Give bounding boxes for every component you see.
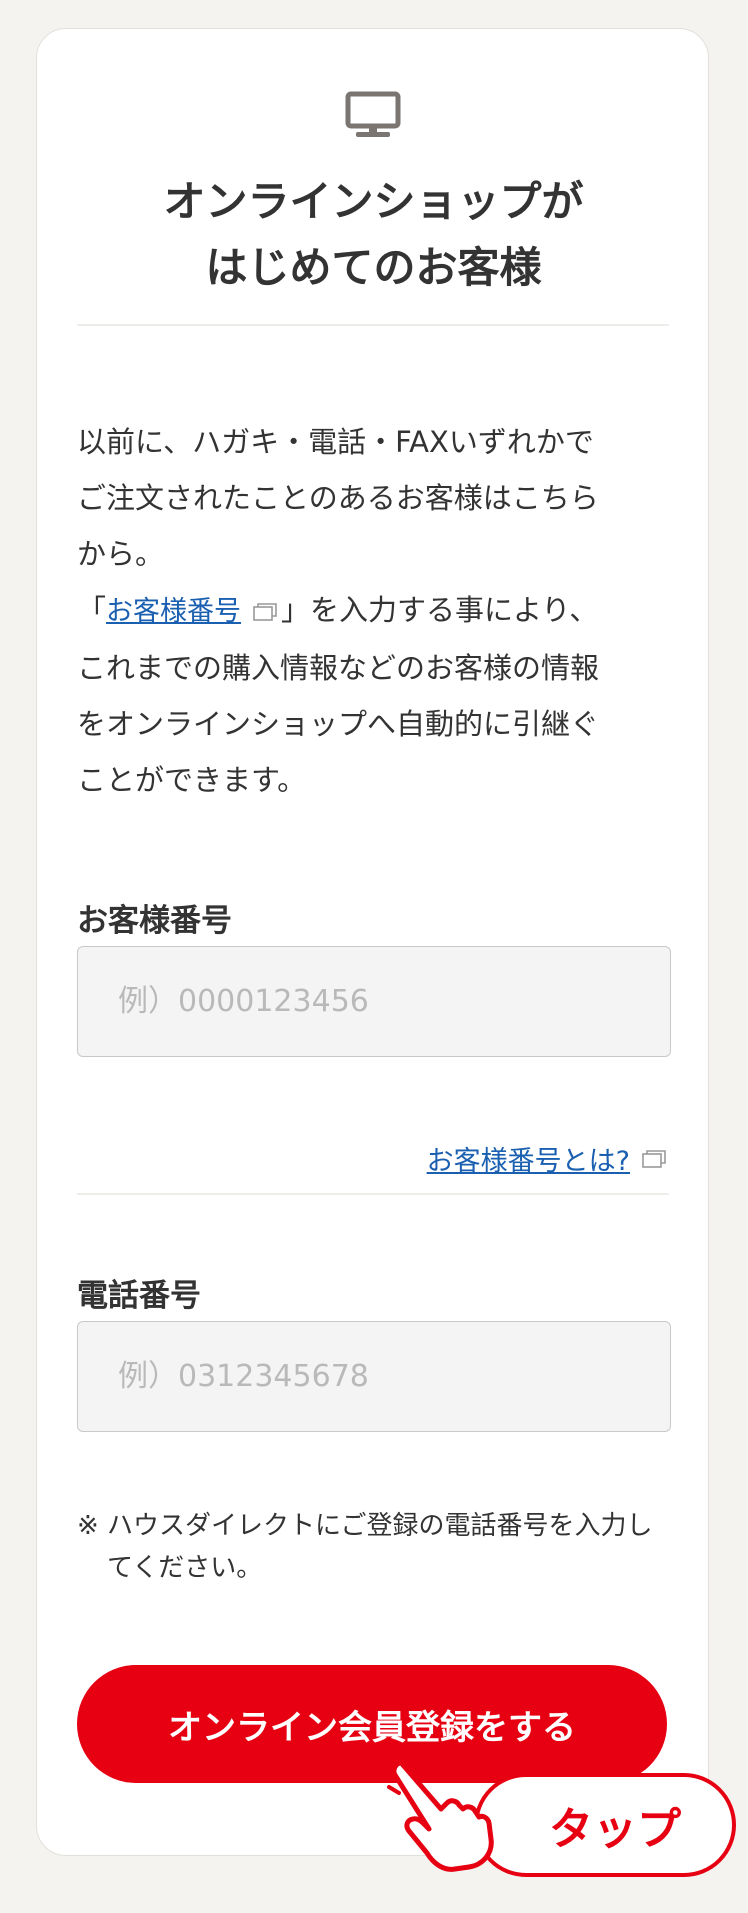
desc-line-3: から。 <box>77 537 165 571</box>
external-window-icon <box>253 603 277 621</box>
desc-line-6: をオンラインショップへ自動的に引継ぐ <box>77 707 600 741</box>
desc-line-7: ことができます。 <box>77 763 307 797</box>
customer-number-input[interactable] <box>77 946 671 1057</box>
desc-line-5: これまでの購入情報などのお客様の情報 <box>77 651 600 685</box>
description-text: 以前に、ハガキ・電話・FAXいずれかで ご注文されたことのあるお客様はこちら か… <box>77 414 677 808</box>
registration-card: オンラインショップが はじめてのお客様 以前に、ハガキ・電話・FAXいずれかで … <box>36 28 736 1877</box>
bracket-open: 「 <box>77 593 107 627</box>
title-line-1: オンラインショップが <box>163 177 584 226</box>
monitor-icon <box>345 91 401 137</box>
pointing-hand-icon <box>387 1753 494 1872</box>
customer-number-link[interactable]: お客様番号 <box>106 596 241 627</box>
page-title: オンラインショップが はじめてのお客様 <box>37 169 710 301</box>
desc-line-4: 「お客様番号 」を入力する事により、 <box>77 582 677 640</box>
desc-line-2: ご注文されたことのあるお客様はこちら <box>77 481 599 515</box>
divider-top <box>77 324 669 326</box>
divider-middle <box>77 1193 669 1195</box>
external-window-icon <box>642 1149 666 1168</box>
bracket-close-text: 」を入力する事により、 <box>281 593 599 627</box>
phone-note: ※ ハウスダイレクトにご登録の電話番号を入力してください。 <box>77 1511 653 1583</box>
desc-line-1: 以前に、ハガキ・電話・FAXいずれかで <box>77 425 594 459</box>
title-line-2: はじめてのお客様 <box>205 243 542 292</box>
customer-number-label: お客様番号 <box>77 903 232 939</box>
register-online-member-button[interactable]: オンライン会員登録をする <box>77 1665 667 1783</box>
phone-number-input[interactable] <box>77 1321 671 1432</box>
customer-number-help-link[interactable]: お客様番号とは? <box>427 1139 670 1178</box>
help-link-label[interactable]: お客様番号とは? <box>427 1139 630 1178</box>
phone-number-label: 電話番号 <box>77 1278 201 1314</box>
tap-badge: タップ <box>474 1773 736 1877</box>
